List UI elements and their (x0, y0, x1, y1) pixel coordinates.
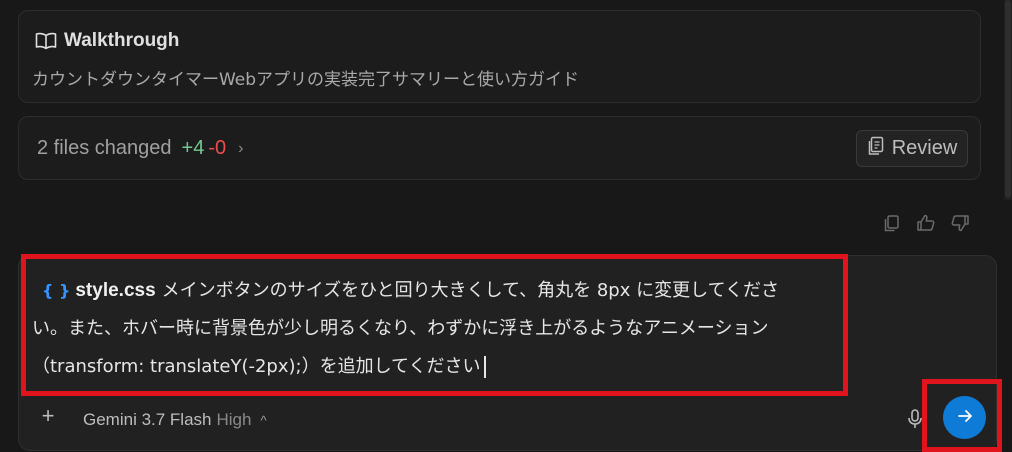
add-context-button[interactable]: + (38, 403, 58, 428)
review-icon (867, 136, 885, 162)
model-selector[interactable]: Gemini 3.7 Flash High ^ (83, 410, 267, 430)
prompt-highlight-box (21, 254, 848, 396)
walkthrough-description: カウントダウンタイマーWebアプリの実装完了サマリーと使い方ガイド (32, 70, 580, 90)
scrollbar-track[interactable] (1004, 0, 1012, 200)
thumbs-up-icon[interactable] (916, 213, 936, 233)
thumbs-down-icon[interactable] (950, 213, 970, 233)
additions-count: +4 (181, 137, 205, 159)
book-open-icon (35, 32, 57, 50)
model-level: High (216, 410, 252, 429)
arrow-right-icon (955, 406, 975, 430)
chevron-up-icon: ^ (260, 412, 267, 428)
scrollbar-thumb[interactable] (1005, 0, 1011, 198)
deletions-count: -0 (208, 137, 227, 159)
agent-panel: Walkthrough カウントダウンタイマーWebアプリの実装完了サマリーと使… (0, 0, 1012, 452)
chevron-right-icon[interactable]: › (238, 140, 243, 158)
model-name: Gemini 3.7 Flash (83, 410, 212, 429)
files-changed-summary[interactable]: 2 files changed +4 -0 › (37, 137, 243, 160)
walkthrough-card[interactable]: Walkthrough カウントダウンタイマーWebアプリの実装完了サマリーと使… (18, 10, 981, 103)
microphone-icon[interactable] (906, 408, 924, 430)
copy-icon[interactable] (882, 213, 902, 233)
review-label: Review (891, 137, 958, 159)
review-button[interactable]: Review (856, 130, 968, 167)
files-changed-card[interactable]: 2 files changed +4 -0 › Review (18, 116, 981, 180)
send-button[interactable] (943, 396, 986, 439)
feedback-actions (882, 213, 970, 233)
walkthrough-title: Walkthrough (64, 30, 180, 51)
files-changed-count: 2 files changed (37, 137, 172, 159)
walkthrough-header: Walkthrough (35, 30, 179, 52)
